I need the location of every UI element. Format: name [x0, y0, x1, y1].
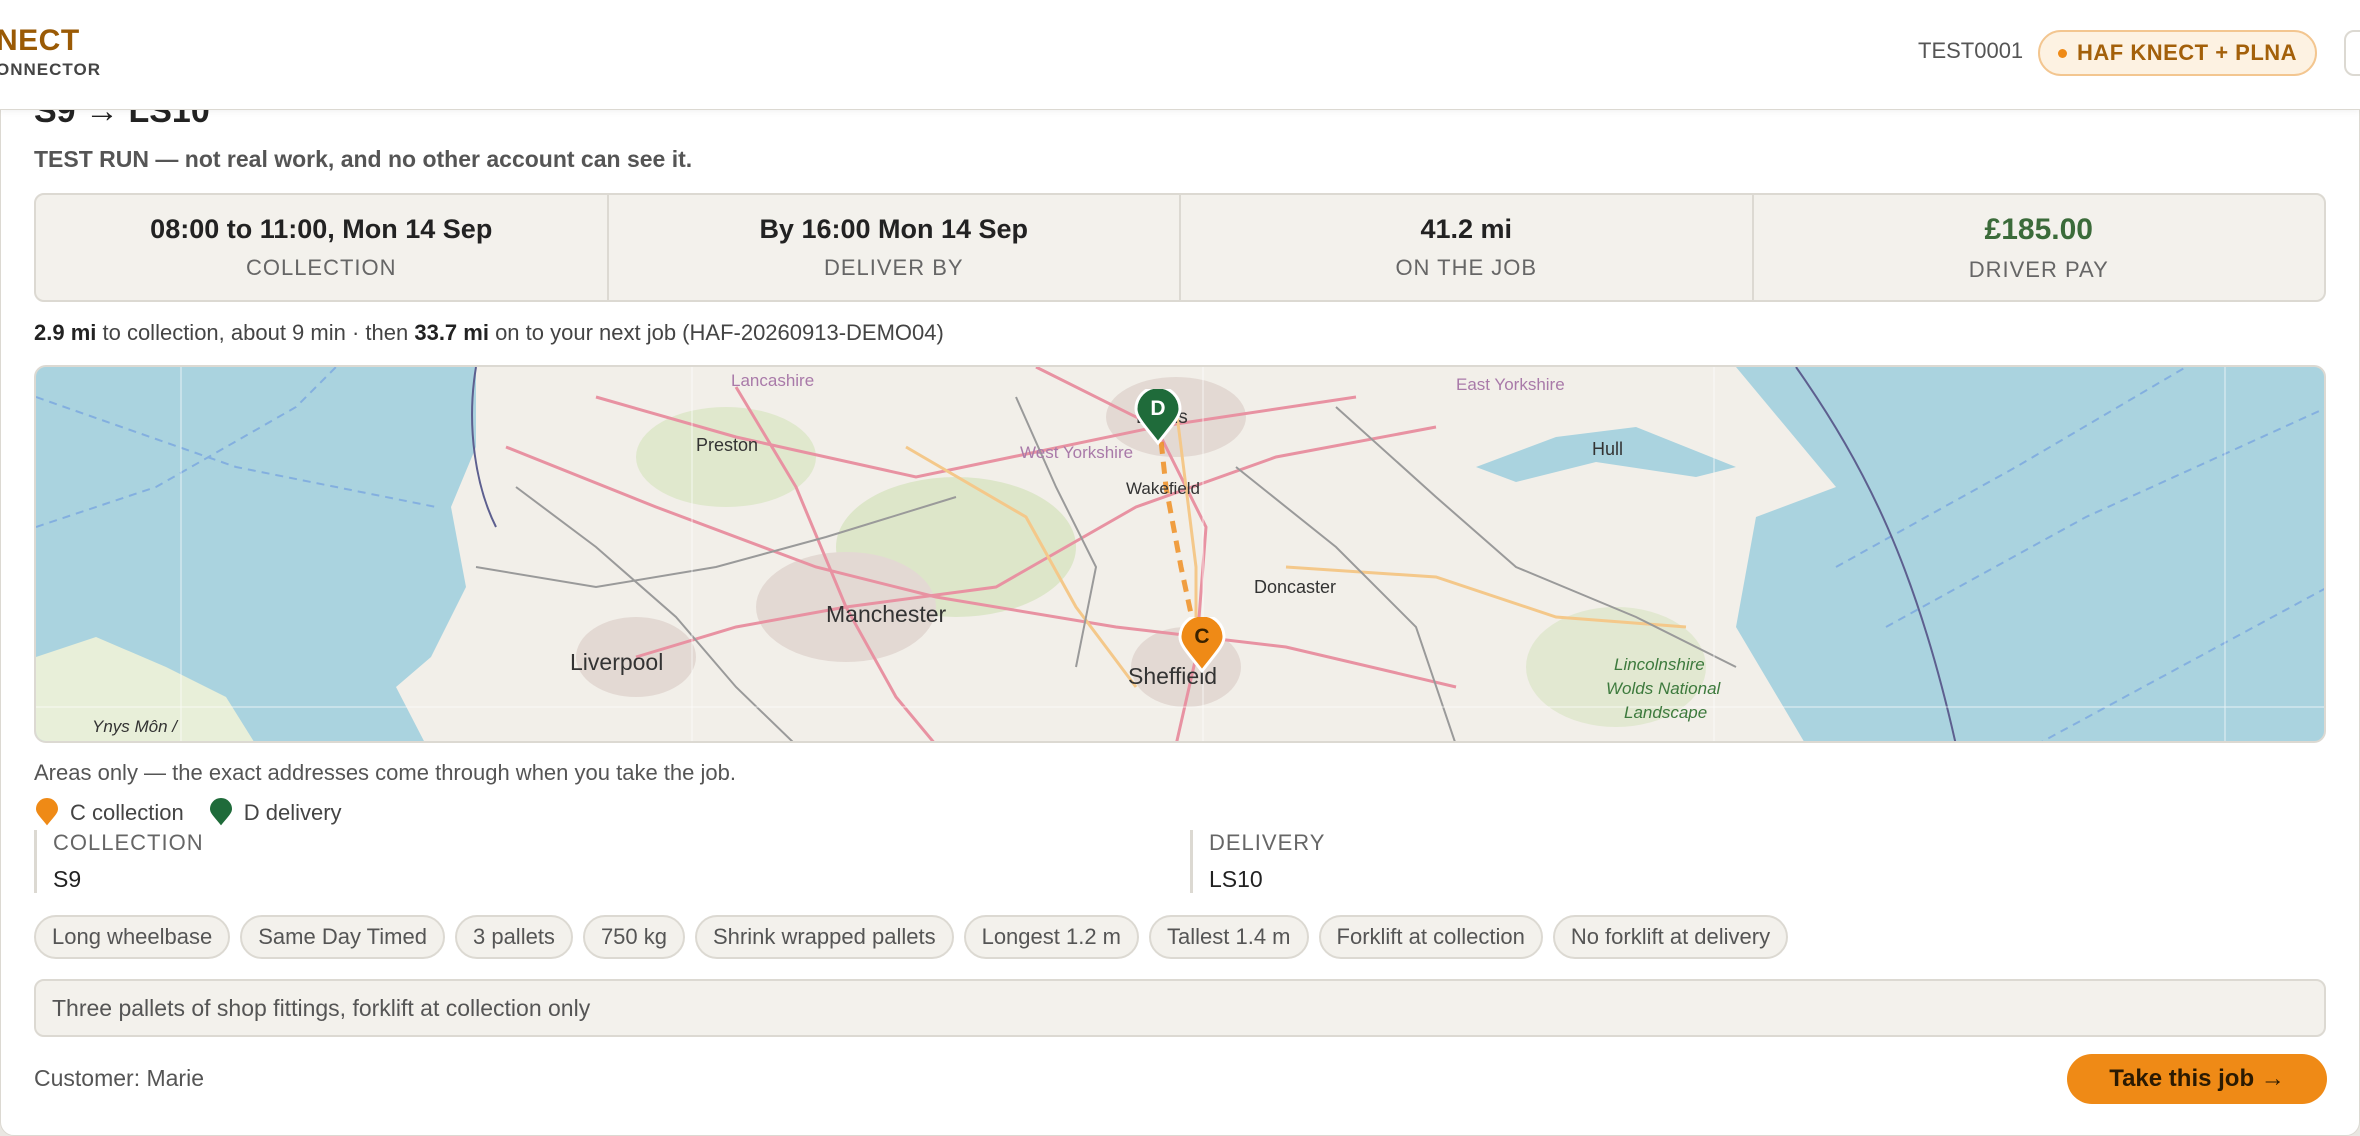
- take-job-button[interactable]: Take this job →: [2067, 1054, 2327, 1104]
- collection-area: COLLECTION S9: [34, 830, 204, 893]
- stat-driver-pay: £185.00 DRIVER PAY: [1754, 195, 2325, 300]
- route-map[interactable]: Lancashire East Yorkshire Preston West Y…: [34, 365, 2326, 743]
- distance-to-next: 33.7 mi: [414, 320, 489, 345]
- job-stats: 08:00 to 11:00, Mon 14 Sep COLLECTION By…: [34, 193, 2326, 302]
- distance-to-collection-text: to collection, about 9 min · then: [96, 320, 415, 345]
- stat-label: COLLECTION: [245, 255, 397, 280]
- collection-area-label: COLLECTION: [53, 830, 204, 855]
- map-label-manchester: Manchester: [826, 601, 947, 627]
- delivery-area-label: DELIVERY: [1209, 830, 1326, 855]
- tag-chip: Longest 1.2 m: [963, 915, 1140, 959]
- brand-subtitle: ONNECTOR: [0, 60, 101, 79]
- stat-deliver-by: By 16:00 Mon 14 Sep DELIVER BY: [609, 195, 1181, 300]
- areas-note: Areas only — the exact addresses come th…: [34, 760, 736, 785]
- tag-chip: 750 kg: [582, 915, 685, 959]
- legend-delivery: D delivery: [207, 798, 342, 828]
- menu-button[interactable]: [2344, 30, 2360, 76]
- brand-name: NECT: [0, 24, 80, 57]
- map-label-east-yorkshire: East Yorkshire: [1456, 375, 1565, 394]
- tag-chip: 3 pallets: [454, 915, 573, 959]
- stat-distance: 41.2 mi ON THE JOB: [1181, 195, 1754, 300]
- distance-to-collection: 2.9 mi: [34, 320, 97, 345]
- tag-chip: No forklift at delivery: [1552, 915, 1789, 959]
- delivery-area: DELIVERY LS10: [1190, 830, 1325, 893]
- delivery-pin-icon: [207, 798, 234, 828]
- map-label-wakefield: Wakefield: [1126, 479, 1201, 498]
- status-dot-icon: [2058, 48, 2067, 58]
- delivery-marker-letter: D: [1150, 397, 1166, 420]
- stat-label: ON THE JOB: [1395, 255, 1538, 280]
- test-run-notice: TEST RUN — not real work, and no other a…: [34, 146, 693, 172]
- stat-value: 41.2 mi: [1420, 214, 1513, 244]
- stat-collection: 08:00 to 11:00, Mon 14 Sep COLLECTION: [36, 195, 609, 300]
- map-label-landscape: Landscape: [1624, 703, 1708, 722]
- tag-chip: Forklift at collection: [1318, 915, 1543, 959]
- map-label-doncaster: Doncaster: [1254, 577, 1337, 597]
- org-pill-label: HAF KNECT + PLNA: [2077, 40, 2298, 65]
- map-label-wolds: Wolds National: [1606, 679, 1721, 698]
- collection-map-marker[interactable]: C: [1178, 617, 1226, 673]
- legend-delivery-label: D delivery: [243, 800, 342, 825]
- stat-value: £185.00: [1984, 212, 2093, 246]
- brand-logo[interactable]: NECT ONNECTOR: [0, 24, 101, 80]
- stat-label: DRIVER PAY: [1968, 256, 2109, 282]
- map-legend: C collection D delivery: [34, 798, 342, 828]
- tag-chip: Long wheelbase: [34, 915, 231, 959]
- org-pill[interactable]: HAF KNECT + PLNA: [2038, 30, 2318, 76]
- delivery-map-marker[interactable]: D: [1134, 389, 1182, 445]
- map-label-liverpool: Liverpool: [570, 649, 664, 675]
- map-label-hull: Hull: [1592, 439, 1624, 459]
- tag-chip: Same Day Timed: [240, 915, 445, 959]
- top-bar: NECT ONNECTOR TEST0001 HAF KNECT + PLNA: [0, 0, 2360, 110]
- map-label-west-yorkshire: West Yorkshire: [1020, 443, 1134, 462]
- stat-value: 08:00 to 11:00, Mon 14 Sep: [150, 214, 493, 244]
- tag-chip: Shrink wrapped pallets: [695, 915, 954, 959]
- collection-area-value: S9: [53, 866, 82, 892]
- collection-marker-letter: C: [1194, 625, 1210, 648]
- delivery-area-value: LS10: [1209, 866, 1263, 892]
- job-tags: Long wheelbase Same Day Timed 3 pallets …: [34, 915, 1789, 959]
- map-label-ynys-mon: Ynys Môn /: [92, 717, 178, 736]
- legend-collection: C collection: [34, 798, 184, 828]
- stat-value: By 16:00 Mon 14 Sep: [759, 214, 1029, 244]
- collection-pin-icon: [34, 798, 60, 828]
- tag-chip: Tallest 1.4 m: [1149, 915, 1309, 959]
- map-label-lancashire: Lancashire: [731, 371, 815, 390]
- map-label-preston: Preston: [696, 435, 759, 455]
- distance-summary: 2.9 mi to collection, about 9 min · then…: [34, 320, 944, 346]
- map-label-lincolnshire: Lincolnshire: [1614, 655, 1705, 674]
- account-id: TEST0001: [1918, 38, 2024, 63]
- job-notes: Three pallets of shop fittings, forklift…: [34, 979, 2326, 1037]
- stat-label: DELIVER BY: [823, 255, 964, 280]
- customer-name: Customer: Marie: [34, 1065, 204, 1091]
- legend-collection-label: C collection: [70, 800, 184, 825]
- distance-to-next-text: on to your next job (HAF-20260913-DEMO04…: [488, 320, 944, 345]
